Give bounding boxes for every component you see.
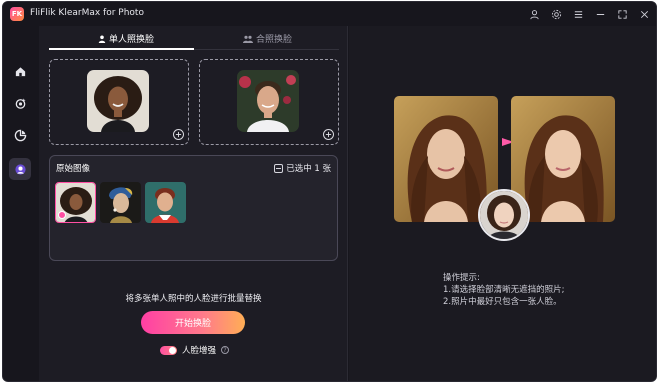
sidebar-item-enhance[interactable] [9,92,31,114]
sidebar-item-face-swap[interactable] [9,158,31,180]
tab-single-photo[interactable]: 单人照换脸 [98,32,154,45]
batch-replace-text: 将多张单人照中的人脸进行批量替换 [125,294,262,304]
tips-title: 操作提示: [443,273,480,283]
app-logo: FK [10,7,24,21]
tab-bar: 单人照换脸 合照换脸 [49,28,339,50]
face-enhance-label: 人脸增强 [182,346,217,356]
thumbnail-item[interactable] [145,182,186,223]
tab-single-photo-label: 单人照换脸 [109,35,155,45]
selection-status[interactable]: 已选中 1 张 [274,162,331,174]
tab-group-photo-label: 合照换脸 [256,35,293,45]
active-tab-indicator [49,48,194,50]
plus-icon [325,131,332,138]
user-icon[interactable] [527,7,541,21]
tab-group-photo[interactable]: 合照换脸 [243,32,292,45]
app-title: FliFlik KlearMax for Photo [30,8,144,18]
source-face-slot[interactable] [49,59,189,145]
add-source-button[interactable] [173,129,184,140]
tips-line-1: 1.请选择脸部清晰无遮挡的照片; [443,285,565,295]
selected-badge [58,211,66,219]
original-images-title: 原始图像 [56,164,91,174]
home-icon [15,66,25,76]
original-images-panel: 原始图像 已选中 1 张 [49,155,338,261]
source-face-image [87,70,149,132]
person-icon [98,35,106,43]
sidebar-item-colorize[interactable] [9,124,31,146]
target-face-slot[interactable] [199,59,339,145]
group-icon [243,35,253,43]
gear-icon[interactable] [549,7,563,21]
target-face-image [237,70,299,132]
thumbnail-item[interactable] [55,182,96,223]
plus-icon [175,131,182,138]
close-icon[interactable] [637,7,651,21]
selected-count-text: 已选中 1 张 [286,164,331,174]
operation-tips: 操作提示: 1.请选择脸部清晰无遮挡的照片; 2.照片中最好只包含一张人脸。 [443,272,564,308]
add-target-button[interactable] [323,129,334,140]
face-swap-panel: 单人照换脸 合照换脸 原始图像 已选中 1 张 将多张单人照中的人脸进行批量替换… [39,26,348,381]
thumbnail-item[interactable] [100,182,141,223]
menu-icon[interactable] [571,7,585,21]
preview-panel: 操作提示: 1.请选择脸部清晰无遮挡的照片; 2.照片中最好只包含一张人脸。 [349,26,656,381]
title-bar: FK FliFlik KlearMax for Photo [3,2,656,26]
face-enhance-row: 人脸增强 ? [160,344,230,356]
face-enhance-toggle[interactable] [160,345,177,355]
sidebar [3,26,39,381]
help-icon[interactable]: ? [221,346,230,354]
select-all-checkbox[interactable] [274,163,284,173]
start-face-swap-button[interactable]: 开始换脸 [141,311,245,334]
app-window: FK FliFlik KlearMax for Photo 单人照换脸 合照换脸… [2,1,657,382]
maximize-icon[interactable] [615,7,629,21]
reference-face-image [478,189,530,241]
palette-icon [14,129,26,141]
minimize-icon[interactable] [593,7,607,21]
face-swap-icon [14,163,26,175]
enhance-icon [15,97,26,109]
tips-line-2: 2.照片中最好只包含一张人脸。 [443,297,562,307]
sidebar-item-home[interactable] [9,60,31,82]
